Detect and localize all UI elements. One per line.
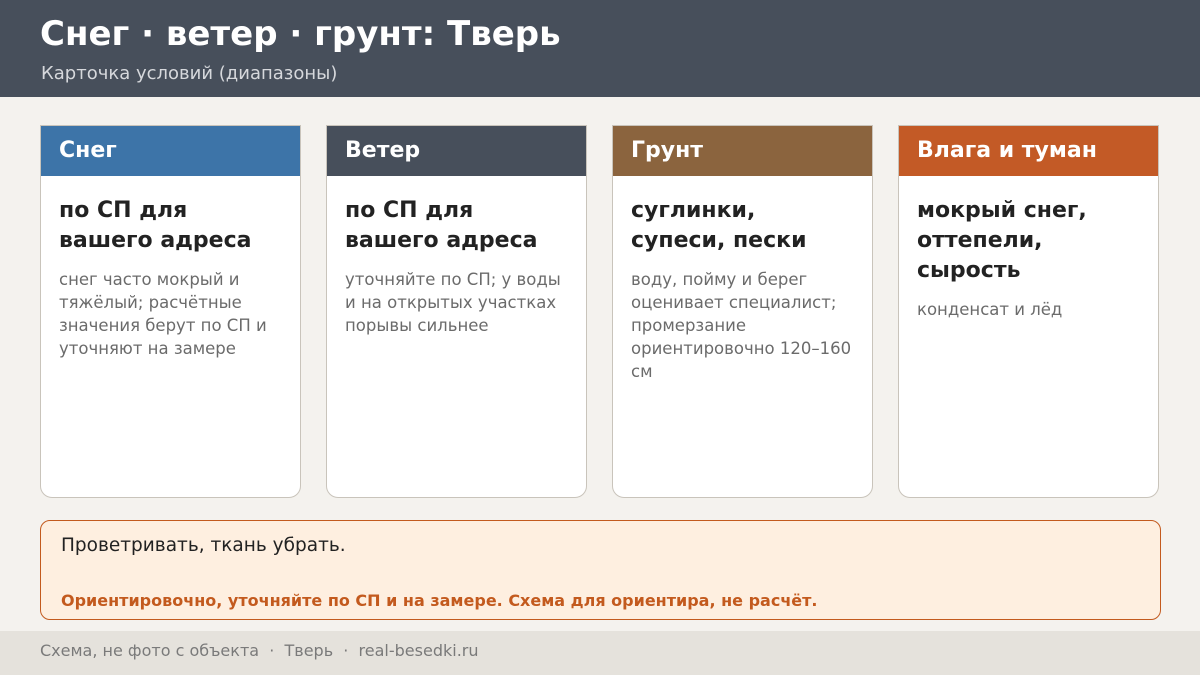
footer-text: Схема, не фото с объекта · Тверь · real-… (40, 641, 479, 660)
page-subtitle: Карточка условий (диапазоны) (41, 63, 338, 84)
card-note: уточняйте по СП; у воды и на открытых уч… (345, 270, 561, 335)
header-bar: Снег · ветер · грунт: Тверь Карточка усл… (0, 0, 1200, 97)
page-title: Снег · ветер · грунт: Тверь (40, 14, 561, 54)
card-note: снег часто мокрый и тяжёлый; расчётные з… (59, 270, 267, 358)
card-note: конденсат и лёд (917, 300, 1063, 319)
card-title: Ветер (327, 126, 586, 176)
card-main-value: суглинки, супеси, пески (631, 198, 807, 253)
card-moisture: Влага и туман мокрый снег, оттепели, сыр… (898, 125, 1159, 498)
callout-warning: Ориентировочно, уточняйте по СП и на зам… (61, 591, 818, 610)
callout-text: Проветривать, ткань убрать. (61, 535, 346, 556)
card-title: Влага и туман (899, 126, 1158, 176)
card-main-value: мокрый снег, оттепели, сырость (917, 198, 1087, 283)
card-ground: Грунт суглинки, супеси, пески воду, пойм… (612, 125, 873, 498)
card-snow: Снег по СП для вашего адреса снег часто … (40, 125, 301, 498)
card-note: воду, пойму и берег оценивает специалист… (631, 270, 852, 381)
card-main-value: по СП для вашего адреса (345, 198, 538, 253)
card-title: Грунт (613, 126, 872, 176)
footer-bar: Схема, не фото с объекта · Тверь · real-… (0, 631, 1200, 675)
advice-callout: Проветривать, ткань убрать. Ориентировоч… (40, 520, 1161, 620)
card-title: Снег (41, 126, 300, 176)
card-main-value: по СП для вашего адреса (59, 198, 252, 253)
card-wind: Ветер по СП для вашего адреса уточняйте … (326, 125, 587, 498)
